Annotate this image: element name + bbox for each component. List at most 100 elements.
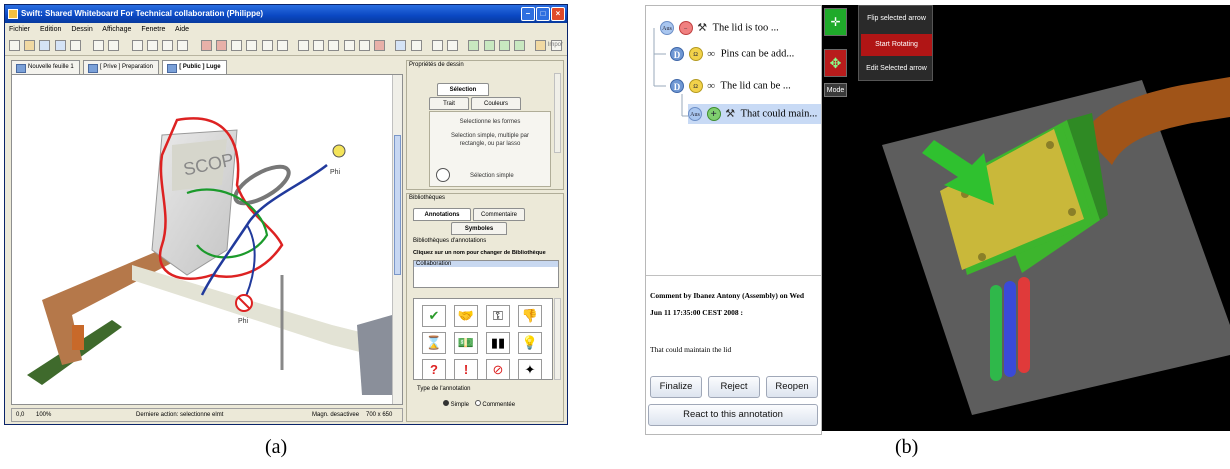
import-label[interactable]: Impor — [548, 42, 563, 48]
minimize-button[interactable]: – — [521, 7, 535, 21]
selection-mode[interactable]: Sélection simple — [470, 172, 514, 180]
maximize-button[interactable]: □ — [536, 7, 550, 21]
zoom-fit-icon[interactable] — [431, 40, 443, 51]
layer-4-icon[interactable] — [514, 40, 526, 51]
menu-aide[interactable]: Aide — [175, 26, 189, 33]
tab-annotations[interactable]: Annotations — [413, 208, 471, 221]
polygon-icon[interactable] — [297, 40, 309, 51]
cut-icon[interactable] — [131, 40, 143, 51]
reject-button[interactable]: Reject — [708, 376, 760, 398]
menu-fichier[interactable]: Fichier — [9, 26, 30, 33]
tab-luge[interactable]: [ Public ] Luge — [162, 60, 227, 74]
copy-icon[interactable] — [146, 40, 158, 51]
redo-icon[interactable] — [108, 40, 120, 51]
radio-simple[interactable] — [443, 400, 449, 406]
close-button[interactable]: × — [551, 7, 565, 21]
mode-button[interactable]: Mode — [824, 83, 847, 97]
edit-arrow-item[interactable]: Edit Selected arrow — [861, 58, 932, 80]
delete-icon[interactable] — [177, 40, 189, 51]
radio-commentee-label[interactable]: Commentée — [482, 402, 515, 408]
hourglass-icon[interactable]: ⌛ — [422, 332, 446, 354]
menu-dessin[interactable]: Dessin — [71, 26, 92, 33]
3d-viewer[interactable]: ✛ ✥ Mode Flip selected arrow Start Rotat… — [822, 5, 1230, 431]
lightbulb-icon[interactable]: 💡 — [518, 332, 542, 354]
reopen-button[interactable]: Reopen — [766, 376, 818, 398]
start-rotating-item[interactable]: Start Rotating — [861, 34, 932, 56]
tab-selection[interactable]: Sélection — [437, 83, 489, 96]
library-list[interactable]: Collaboration — [413, 260, 559, 288]
zoom-page-icon[interactable] — [447, 40, 459, 51]
tree-node-1[interactable]: Aus – ⚒ The lid is too ... — [660, 18, 779, 38]
radio-commentee[interactable] — [474, 400, 481, 406]
open-icon[interactable] — [24, 40, 36, 51]
grid-icon[interactable] — [395, 40, 407, 51]
layer-2-icon[interactable] — [483, 40, 495, 51]
curve-icon[interactable] — [358, 40, 370, 51]
drawing-canvas[interactable]: SCOP Phi Phi — [11, 74, 403, 405]
text-icon[interactable] — [246, 40, 258, 51]
tree-node-3[interactable]: D Ω ∞ The lid can be ... — [670, 76, 791, 96]
fontsize-icon[interactable] — [276, 40, 288, 51]
tab-preparation[interactable]: [ Prive ] Preparation — [82, 60, 159, 74]
forward-icon[interactable] — [410, 40, 422, 51]
arrows-icon: ✥ — [829, 55, 842, 71]
lightbulb-pin-icon[interactable] — [332, 144, 346, 158]
sled-drawing: SCOP Phi Phi — [27, 117, 392, 395]
menu-fenetre[interactable]: Fenetre — [141, 26, 165, 33]
new-icon[interactable] — [9, 40, 20, 51]
arrow-icon[interactable] — [328, 40, 340, 51]
search-icon[interactable] — [535, 40, 547, 51]
money-icon[interactable]: 💵 — [454, 332, 478, 354]
layer-1-icon[interactable] — [468, 40, 480, 51]
tree-node-4[interactable]: Aus + ⚒ That could main... — [688, 104, 822, 124]
canvas-scrollbar[interactable] — [392, 75, 402, 404]
double-arrow-icon[interactable] — [343, 40, 355, 51]
radio-simple-label[interactable]: Simple — [451, 402, 469, 408]
exclamation-icon[interactable]: ! — [454, 359, 478, 379]
finalize-button[interactable]: Finalize — [650, 376, 702, 398]
fill-icon[interactable] — [215, 40, 227, 51]
check-icon[interactable]: ✔ — [422, 305, 446, 327]
scroll-thumb[interactable] — [394, 135, 401, 275]
font-icon[interactable] — [261, 40, 273, 51]
tab-nouvelle-feuille[interactable]: Nouvelle feuille 1 — [11, 60, 80, 74]
tab-symboles[interactable]: Symboles — [451, 222, 507, 235]
key-icon[interactable]: ⚿ — [486, 305, 510, 327]
menu-edition[interactable]: Edition — [40, 26, 61, 33]
props-scrollbar[interactable] — [554, 73, 561, 153]
undo-icon[interactable] — [93, 40, 105, 51]
status-zoom: 100% — [36, 412, 52, 418]
status-bar: 0,0 100% Derniere action: selectionne el… — [11, 408, 403, 422]
paste-icon[interactable] — [162, 40, 174, 51]
blue-annotation-stroke-2 — [241, 224, 256, 306]
idea-icon[interactable]: ✦ — [518, 359, 542, 379]
tab-commentaire[interactable]: Commentaire — [473, 208, 525, 221]
tab-trait[interactable]: Trait — [429, 97, 469, 110]
handshake-icon[interactable]: 🤝 — [454, 305, 478, 327]
react-button[interactable]: React to this annotation — [648, 404, 818, 426]
layer-3-icon[interactable] — [498, 40, 510, 51]
question-icon[interactable]: ? — [422, 359, 446, 379]
print-icon[interactable] — [69, 40, 81, 51]
ellipse-icon[interactable] — [231, 40, 243, 51]
save-as-icon[interactable] — [54, 40, 66, 51]
brush-icon[interactable] — [200, 40, 212, 51]
annotation-icon-grid: ✔ 🤝 ⚿ 👎 ⌛ 💵 ▮▮ 💡 ? ! ⊘ ✦ — [413, 298, 553, 380]
rotate-tool-button[interactable]: ✥ — [824, 49, 847, 77]
line-icon[interactable] — [313, 40, 325, 51]
forbidden-icon[interactable]: ⊘ — [486, 359, 510, 379]
icon-grid-scrollbar[interactable] — [554, 298, 561, 380]
lasso-icon[interactable] — [436, 168, 450, 182]
red-pin — [1018, 277, 1030, 373]
thumbs-down-icon[interactable]: 👎 — [518, 305, 542, 327]
progress-icon[interactable]: ▮▮ — [486, 332, 510, 354]
library-item-collaboration[interactable]: Collaboration — [414, 261, 558, 267]
save-icon[interactable] — [39, 40, 51, 51]
status-coords: 0,0 — [16, 412, 25, 418]
pin-icon[interactable] — [374, 40, 386, 51]
flip-arrow-item[interactable]: Flip selected arrow — [861, 8, 932, 30]
move-tool-button[interactable]: ✛ — [824, 8, 847, 36]
tab-couleurs[interactable]: Couleurs — [471, 97, 521, 110]
menu-affichage[interactable]: Affichage — [102, 26, 131, 33]
tree-node-2[interactable]: D Ω ∞ Pins can be add... — [670, 44, 794, 64]
